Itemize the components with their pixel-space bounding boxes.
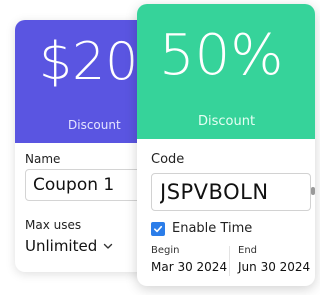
discount-label: Discount [198,114,256,129]
code-label: Code [151,152,185,167]
end-label: End [238,245,258,256]
max-uses-label: Max uses [25,218,82,232]
end-date[interactable]: End Jun 30 2024 [238,245,310,274]
chevron-down-icon [104,243,113,249]
name-input[interactable] [25,169,145,201]
end-value: Jun 30 2024 [238,260,311,274]
code-input[interactable] [151,173,311,211]
begin-label: Begin [151,245,180,256]
coupon-cards-stage: $20 Discount Name Max uses Unlimited 50%… [0,0,315,295]
enable-time-checkbox[interactable] [151,221,165,236]
enable-time-toggle[interactable]: Enable Time [151,221,252,236]
name-label: Name [25,152,61,166]
date-divider [229,246,230,276]
coupon-card-percent[interactable]: 50% Discount Code Enable Time Begin Mar … [137,4,315,286]
max-uses-select[interactable]: Unlimited [25,237,113,255]
begin-value: Mar 30 2024 [151,260,228,274]
discount-amount: $20 [39,32,139,92]
discount-label: Discount [68,118,121,132]
enable-time-label: Enable Time [172,221,253,236]
discount-percent: 50% [159,23,284,88]
max-uses-value: Unlimited [25,237,98,255]
percent-hero: 50% Discount [137,4,315,139]
copy-icon[interactable] [311,187,315,195]
checkmark-icon [154,225,163,232]
begin-date[interactable]: Begin Mar 30 2024 [151,245,227,274]
